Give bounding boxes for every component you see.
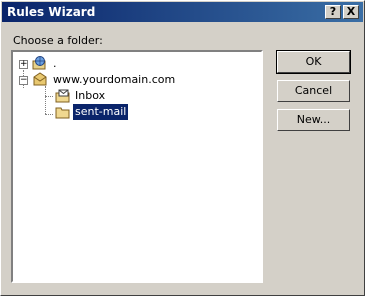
tree-node-label: . bbox=[53, 57, 57, 70]
ok-button[interactable]: OK bbox=[276, 50, 351, 74]
new-folder-button[interactable]: New... bbox=[277, 109, 350, 131]
choose-folder-label: Choose a folder: bbox=[13, 34, 103, 47]
collapse-icon[interactable]: − bbox=[19, 76, 28, 85]
tree-node-label-selected: sent-mail bbox=[71, 103, 130, 121]
folder-icon bbox=[55, 107, 70, 119]
close-button[interactable]: X bbox=[343, 5, 359, 19]
tree-connector bbox=[45, 96, 53, 97]
inbox-folder-icon bbox=[55, 89, 70, 103]
folder-tree[interactable]: + . − www.yourdomain.com Inbox sent-mail bbox=[11, 50, 263, 283]
cancel-button[interactable]: Cancel bbox=[277, 80, 350, 102]
mailbox-icon bbox=[33, 72, 47, 86]
tree-connector bbox=[45, 114, 53, 115]
globe-folder-icon bbox=[32, 56, 46, 70]
help-button[interactable]: ? bbox=[325, 5, 341, 19]
expand-icon[interactable]: + bbox=[19, 60, 28, 69]
title-bar[interactable]: Rules Wizard ? X bbox=[2, 2, 363, 22]
rules-wizard-dialog: Rules Wizard ? X Choose a folder: + . − bbox=[0, 0, 365, 296]
tree-node-label: Inbox bbox=[75, 89, 106, 102]
tree-node-label: www.yourdomain.com bbox=[53, 73, 176, 86]
tree-connector bbox=[45, 86, 46, 114]
window-title: Rules Wizard bbox=[7, 5, 96, 19]
